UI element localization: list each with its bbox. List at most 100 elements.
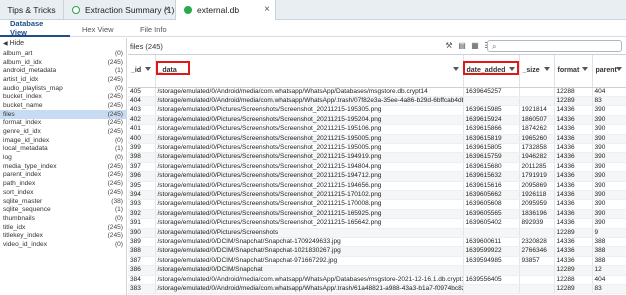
sidebar-item-video-id-index[interactable]: video_id_index (0) (0, 240, 126, 249)
tab-extraction-summary[interactable]: Extraction Summary (1) × (64, 0, 176, 20)
table-row[interactable]: 402/storage/emulated/0/Pictures/Screensh… (128, 115, 626, 126)
table-row[interactable]: 384/storage/emulated/0/Android/media/com… (128, 275, 626, 286)
sidebar-item-thumbnails[interactable]: thumbnails (0) (0, 214, 126, 223)
column-header-size[interactable]: _size (519, 55, 555, 88)
table-row[interactable]: 394/storage/emulated/0/Pictures/Screensh… (128, 190, 626, 201)
column-header-data[interactable]: _data (155, 55, 464, 88)
sidebar-item-count: (245) (107, 93, 123, 101)
sidebar-item-image-id-index[interactable]: image_id_index (0) (0, 136, 126, 145)
column-header-label: _id (131, 67, 142, 75)
tab-external-db[interactable]: external.db × (176, 0, 276, 20)
table-row[interactable]: 386/storage/emulated/0/DCIM/Snapchat 1228… (128, 265, 626, 276)
table-cell-parent: 390 (592, 143, 626, 154)
columns-icon[interactable]: ▤ (457, 41, 467, 51)
sidebar-item-count: (245) (107, 223, 123, 231)
column-header-id[interactable]: _id (128, 55, 156, 88)
sidebar-item-android-metadata[interactable]: android_metadata (1) (0, 66, 126, 75)
sort-filter-icon[interactable] (615, 67, 622, 71)
table-cell-id: 395 (128, 181, 156, 191)
table-cell-format: 14336 (554, 115, 593, 126)
sidebar-item-count: (0) (114, 49, 123, 57)
table-row[interactable]: 387/storage/emulated/0/DCIM/Snapchat/Sna… (128, 256, 626, 267)
sidebar-item-media-type-index[interactable]: media_type_index (245) (0, 162, 126, 171)
close-icon[interactable]: × (264, 4, 270, 15)
table-cell-parent: 390 (592, 115, 626, 126)
sidebar-item-sqlite-sequence[interactable]: sqlite_sequence (1) (0, 205, 126, 214)
table-row[interactable]: 383/storage/emulated/0/Android/media/com… (128, 284, 626, 295)
sidebar-item-count: (0) (114, 136, 123, 144)
sort-filter-icon[interactable] (452, 67, 459, 71)
search-input[interactable] (502, 42, 617, 51)
table-row[interactable]: 398/storage/emulated/0/Pictures/Screensh… (128, 152, 626, 163)
table-row[interactable]: 405/storage/emulated/0/Android/media/com… (128, 87, 626, 97)
table-cell-date-added: 1639645257 (463, 87, 520, 97)
table-row[interactable]: 403/storage/emulated/0/Pictures/Screensh… (128, 105, 626, 116)
sort-filter-icon[interactable] (581, 67, 588, 71)
table-row[interactable]: 401/storage/emulated/0/Pictures/Screensh… (128, 124, 626, 135)
table-cell-id: 401 (128, 124, 156, 135)
sidebar-item-parent-index[interactable]: parent_index (245) (0, 171, 126, 180)
column-header-date-added[interactable]: date_added (463, 55, 520, 88)
column-header-label: parent (595, 67, 617, 75)
tools-icon[interactable]: ⚒ (444, 41, 454, 51)
table-cell-parent: 83 (592, 96, 626, 107)
table-cell-format: 14336 (554, 143, 593, 154)
sidebar-item-log[interactable]: log (0) (0, 153, 126, 162)
table-row[interactable]: 388/storage/emulated/0/DCIM/Snapchat/Sna… (128, 246, 626, 257)
table-cell-date-added: 1639599922 (463, 246, 520, 257)
table-cell-data: /storage/emulated/0/Pictures/Screenshots… (155, 124, 464, 135)
tab-database-view[interactable]: Database View (0, 19, 70, 37)
close-icon[interactable]: × (164, 4, 170, 15)
sidebar-item-album-id-idx[interactable]: album_id_idx (245) (0, 58, 126, 67)
tab-file-info[interactable]: File Info (128, 21, 188, 37)
data-table: _id _data date_added _size format parent 405/… (128, 55, 626, 295)
column-header-parent[interactable]: parent (592, 55, 626, 88)
table-cell-format: 14336 (554, 124, 593, 135)
sidebar-item-titlekey-index[interactable]: titlekey_index (245) (0, 231, 126, 240)
table-row[interactable]: 397/storage/emulated/0/Pictures/Screensh… (128, 162, 626, 173)
sidebar-item-label: media_type_index (3, 162, 57, 170)
table-row[interactable]: 396/storage/emulated/0/Pictures/Screensh… (128, 171, 626, 182)
tab-hex-view[interactable]: Hex View (70, 21, 128, 37)
sidebar-item-count: (245) (107, 110, 123, 118)
sidebar-item-sqlite-master[interactable]: sqlite_master (38) (0, 197, 126, 206)
sidebar-item-album-art[interactable]: album_art (0) (0, 49, 126, 58)
sidebar-item-sort-index[interactable]: sort_index (245) (0, 188, 126, 197)
sidebar-item-local-metadata[interactable]: local_metadata (1) (0, 145, 126, 154)
table-row[interactable]: 390/storage/emulated/0/Pictures/Screensh… (128, 228, 626, 239)
sidebar-item-label: album_art (3, 49, 33, 57)
table-row[interactable]: 393/storage/emulated/0/Pictures/Screensh… (128, 199, 626, 210)
sort-filter-icon[interactable] (543, 67, 550, 71)
table-cell-format: 14336 (554, 152, 593, 163)
sidebar-item-count: (38) (111, 197, 123, 205)
table-row[interactable]: 400/storage/emulated/0/Pictures/Screensh… (128, 134, 626, 144)
sidebar-item-count: (245) (107, 128, 123, 136)
sidebar-item-format-index[interactable]: format_index (245) (0, 119, 126, 128)
sidebar-item-count: (245) (107, 101, 123, 109)
sort-filter-icon[interactable] (508, 67, 515, 71)
table-cell-size (519, 228, 555, 239)
tab-label: Extraction Summary (1) (85, 5, 175, 15)
sidebar-item-genre-id-idx[interactable]: genre_id_idx (245) (0, 127, 126, 136)
data-table-container: _id _data date_added _size format parent 405/… (128, 54, 626, 295)
sidebar-item-bucket-name[interactable]: bucket_name (245) (0, 101, 126, 110)
sidebar-item-path-index[interactable]: path_index (245) (0, 179, 126, 188)
table-row[interactable]: 404/storage/emulated/0/Android/media/com… (128, 96, 626, 107)
grid-icon[interactable]: ▦ (470, 41, 480, 51)
table-cell-data: /storage/emulated/0/DCIM/Snapchat/Snapch… (155, 237, 464, 248)
table-row[interactable]: 391/storage/emulated/0/Pictures/Screensh… (128, 218, 626, 229)
sidebar-item-audio-playlists-map[interactable]: audio_playlists_map (0) (0, 84, 126, 93)
search-box[interactable]: ⌕ (487, 40, 622, 52)
column-header-format[interactable]: format (554, 55, 593, 88)
sidebar-item-title-idx[interactable]: title_idx (245) (0, 223, 126, 232)
tab-tips-and-tricks[interactable]: Tips & Tricks (0, 0, 64, 20)
sort-filter-icon[interactable] (144, 67, 151, 71)
table-row[interactable]: 389/storage/emulated/0/DCIM/Snapchat/Sna… (128, 237, 626, 248)
table-row[interactable]: 399/storage/emulated/0/Pictures/Screensh… (128, 143, 626, 154)
table-row[interactable]: 395/storage/emulated/0/Pictures/Screensh… (128, 181, 626, 191)
sidebar-item-files[interactable]: files (245) (0, 109, 126, 119)
sidebar-item-bucket-index[interactable]: bucket_index (245) (0, 92, 126, 101)
sidebar-item-artist-id-idx[interactable]: artist_id_idx (245) (0, 75, 126, 84)
hide-sidebar-toggle[interactable]: ◀ Hide (0, 38, 126, 48)
table-row[interactable]: 392/storage/emulated/0/Pictures/Screensh… (128, 209, 626, 220)
